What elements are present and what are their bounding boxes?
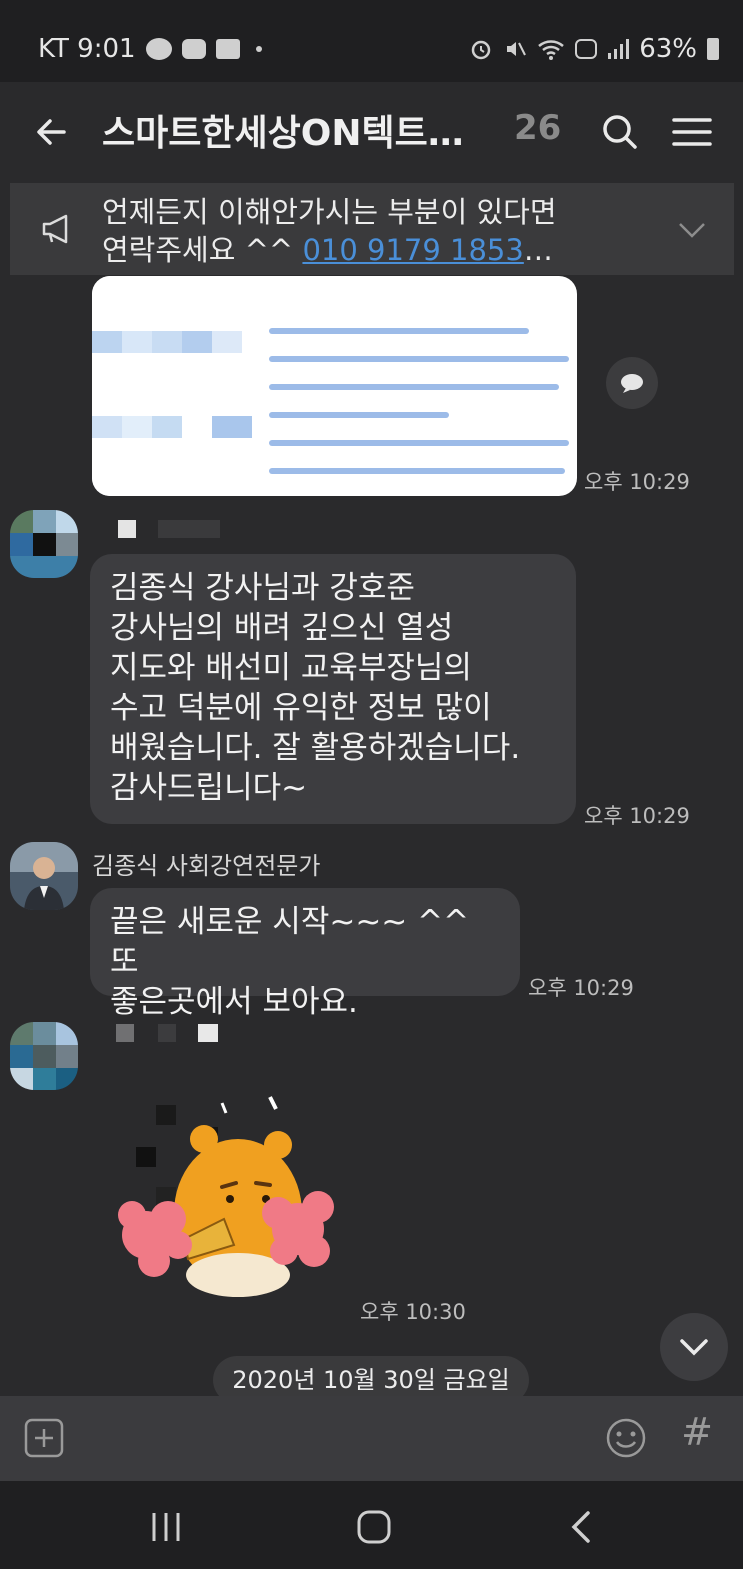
share-button[interactable] [606, 357, 658, 409]
more-notifications-icon [255, 46, 262, 52]
chat-header: 스마트한세상ON텍트… 26 [0, 82, 743, 182]
search-icon[interactable] [596, 108, 644, 156]
carrier-time: KT 9:01 [38, 34, 136, 64]
message-bubble[interactable]: 끝은 새로운 시작~~~ ^^ 또 좋은곳에서 보아요. [90, 888, 520, 1020]
sender-name-blurred [118, 520, 136, 538]
blurred-image-area [92, 276, 257, 496]
notice-ellipsis: … [523, 233, 553, 267]
status-right: 63% [469, 34, 719, 64]
message-time: 오후 10:29 [528, 976, 634, 1000]
sender-name-blurred-2 [158, 520, 220, 538]
message-line: 김종식 강사님과 강호준 [110, 570, 415, 606]
notice-line-1: 언제든지 이해안가시는 부분이 있다면 [102, 195, 557, 229]
message-line: 배웠습니다. 잘 활용하겠습니다. [110, 730, 521, 766]
gallery-icon [215, 39, 240, 59]
profile-photo [10, 842, 78, 910]
chevron-down-icon[interactable] [676, 213, 708, 245]
message-line: 지도와 배선미 교육부장님의 [110, 650, 472, 686]
sender-name-blurred [116, 1024, 134, 1042]
message-line: 감사드립니다~ [110, 770, 308, 806]
avatar[interactable] [10, 1022, 78, 1090]
scroll-down-button[interactable] [660, 1313, 728, 1381]
sender-name-blurred-3 [198, 1024, 218, 1042]
notice-banner[interactable]: 언제든지 이해안가시는 부분이 있다면 연락주세요 ^^ 010 9179 18… [10, 183, 734, 275]
battery-percent: 63% [639, 34, 697, 64]
talk-icon [145, 38, 172, 60]
notice-text: 언제든지 이해안가시는 부분이 있다면 연락주세요 ^^ 010 9179 18… [102, 193, 662, 269]
message-time: 오후 10:30 [360, 1300, 466, 1324]
alarm-icon [471, 40, 491, 60]
megaphone-icon [42, 214, 68, 244]
chat-bubble-icon [621, 374, 643, 393]
message-time: 오후 10:29 [584, 804, 690, 828]
wifi-icon [538, 40, 565, 60]
back-icon[interactable] [562, 1509, 602, 1545]
message-line: 끝은 새로운 시작~~~ ^^ 또 [110, 904, 470, 980]
status-left: KT 9:01 [38, 34, 262, 64]
add-icon[interactable] [22, 1416, 66, 1460]
sticker-bear-cheering[interactable] [118, 1095, 338, 1305]
mute-icon [507, 42, 527, 56]
chat-title[interactable]: 스마트한세상ON텍트… [102, 104, 464, 156]
menu-icon[interactable] [668, 108, 716, 156]
home-icon[interactable] [354, 1509, 394, 1545]
avatar[interactable] [10, 842, 78, 910]
message-bubble[interactable]: 김종식 강사님과 강호준 강사님의 배려 깊으신 열성 지도와 배선미 교육부장… [90, 554, 576, 824]
status-bar: KT 9:01 63% [0, 0, 743, 82]
notice-phone-link[interactable]: 010 9179 1853 [302, 233, 523, 267]
recents-icon[interactable] [146, 1509, 186, 1545]
battery-icon [707, 38, 719, 60]
youtube-icon [181, 39, 206, 59]
input-bar: # [0, 1396, 743, 1481]
avatar[interactable] [10, 510, 78, 578]
sender-name[interactable]: 김종식 사회강연전문가 [92, 846, 320, 881]
member-count: 26 [514, 108, 562, 148]
sender-name-blurred-2 [158, 1024, 176, 1042]
back-arrow-icon[interactable] [30, 110, 74, 154]
hd-icon [575, 39, 598, 59]
emoji-icon[interactable] [604, 1416, 648, 1460]
message-line: 좋은곳에서 보아요. [110, 984, 358, 1020]
image-text-lines [257, 306, 577, 496]
image-message[interactable] [92, 276, 577, 496]
message-line: 강사님의 배려 깊으신 열성 [110, 610, 454, 646]
hashtag-button[interactable]: # [681, 1410, 713, 1454]
notice-line-2: 연락주세요 ^^ 010 9179 1853… [102, 231, 662, 269]
notice-prefix: 연락주세요 ^^ [102, 233, 303, 267]
message-line: 수고 덕분에 유익한 정보 많이 [110, 690, 492, 726]
message-time: 오후 10:29 [584, 470, 690, 494]
chevron-down-icon [680, 1339, 708, 1356]
signal-icon [608, 39, 630, 59]
system-nav-bar [0, 1481, 743, 1569]
